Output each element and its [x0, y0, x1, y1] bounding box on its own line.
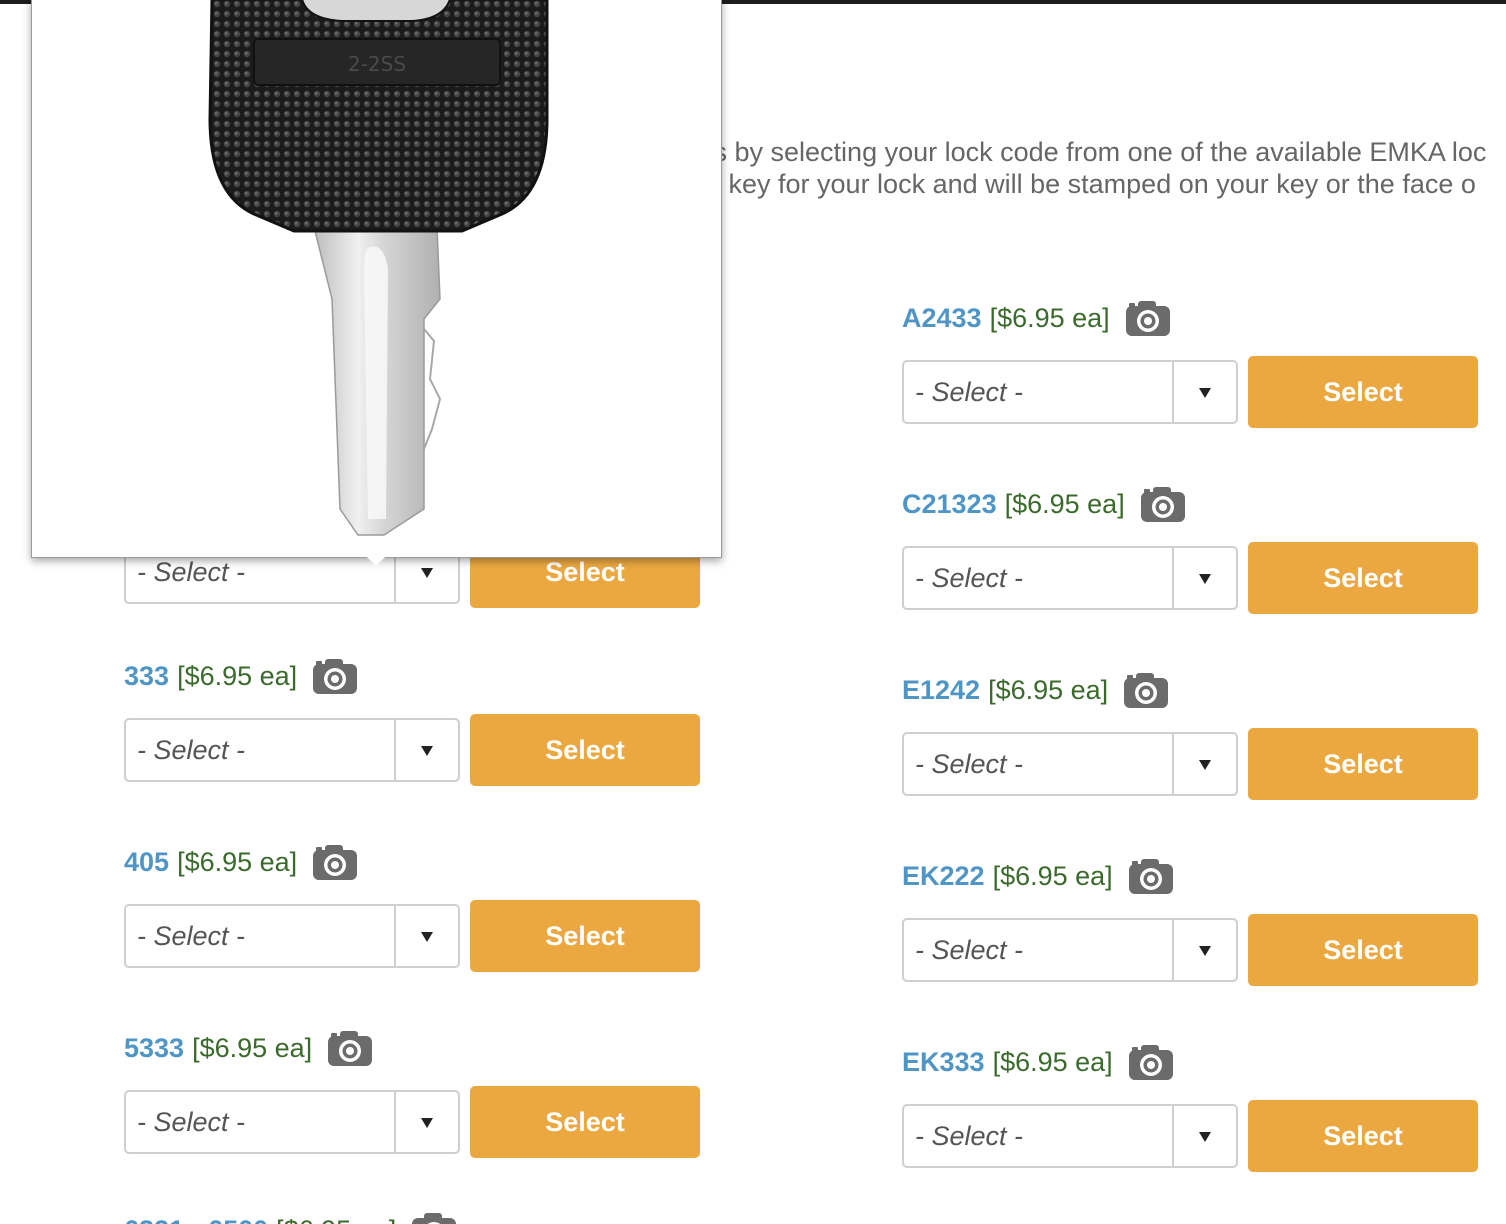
key-stamp-text: 2-2SS	[348, 52, 406, 76]
key-code-link[interactable]: 6321 - 6500	[124, 1215, 268, 1224]
key-code-link[interactable]: 333	[124, 661, 169, 692]
camera-icon[interactable]	[1127, 1042, 1175, 1082]
key-code-link[interactable]: E1242	[902, 675, 980, 706]
key-price: [$6.95 ea]	[177, 846, 298, 877]
intro-line-1: ys by selecting your lock code from one …	[700, 137, 1487, 167]
key-code-link[interactable]: C21323	[902, 489, 997, 520]
select-button[interactable]: Select	[470, 900, 700, 972]
key-price: [$6.95 ea]	[192, 1032, 313, 1063]
popup-pointer	[366, 556, 386, 566]
intro-line-2: ct key for your lock and will be stamped…	[700, 169, 1476, 199]
dropdown-arrow-icon[interactable]	[394, 1092, 458, 1152]
select-button[interactable]: Select	[1248, 914, 1478, 986]
key-price: [$6.95 ea]	[992, 1046, 1113, 1077]
key-price: [$6.95 ea]	[177, 660, 298, 691]
select-value: - Select -	[915, 1121, 1024, 1151]
key-photo: 2-2SS	[208, 0, 549, 536]
dropdown-arrow-icon[interactable]	[1172, 920, 1236, 980]
select-value: - Select -	[137, 921, 246, 951]
camera-icon[interactable]	[1127, 856, 1175, 896]
dropdown-arrow-icon[interactable]	[1172, 548, 1236, 608]
camera-icon[interactable]	[311, 656, 359, 696]
select-button[interactable]: Select	[470, 1086, 700, 1158]
key-code-link[interactable]: EK222	[902, 861, 985, 892]
lock-code-select[interactable]: - Select -	[124, 1090, 460, 1154]
dropdown-arrow-icon[interactable]	[394, 906, 458, 966]
select-button[interactable]: Select	[1248, 356, 1478, 428]
camera-icon[interactable]	[1139, 484, 1187, 524]
lock-code-select[interactable]: - Select -	[124, 718, 460, 782]
key-code-link[interactable]: A2433	[902, 303, 982, 334]
camera-icon[interactable]	[410, 1210, 458, 1224]
lock-code-select[interactable]: - Select -	[902, 546, 1238, 610]
lock-code-select[interactable]: - Select -	[902, 732, 1238, 796]
key-price: [$6.95 ea]	[989, 302, 1110, 333]
key-code-link[interactable]: 5333	[124, 1033, 184, 1064]
intro-text: ys by selecting your lock code from one …	[700, 136, 1506, 200]
key-price: [$6.95 ea]	[276, 1215, 396, 1224]
select-value: - Select -	[915, 935, 1024, 965]
select-value: - Select -	[915, 377, 1024, 407]
lock-code-select[interactable]: - Select -	[902, 1104, 1238, 1168]
key-price: [$6.95 ea]	[1004, 488, 1125, 519]
key-image-popup: 2-2SS	[31, 0, 722, 558]
key-price: [$6.95 ea]	[992, 860, 1113, 891]
select-value: - Select -	[137, 735, 246, 765]
select-button[interactable]: Select	[1248, 542, 1478, 614]
camera-icon[interactable]	[1124, 298, 1172, 338]
select-value: - Select -	[915, 563, 1024, 593]
page: ys by selecting your lock code from one …	[0, 0, 1506, 1224]
key-code-link[interactable]: 405	[124, 847, 169, 878]
key-code-link[interactable]: EK333	[902, 1047, 985, 1078]
select-value: - Select -	[137, 1107, 246, 1137]
key-price: [$6.95 ea]	[988, 674, 1109, 705]
dropdown-arrow-icon[interactable]	[1172, 734, 1236, 794]
camera-icon[interactable]	[1122, 670, 1170, 710]
dropdown-arrow-icon[interactable]	[394, 720, 458, 780]
lock-code-select[interactable]: - Select -	[902, 360, 1238, 424]
camera-icon[interactable]	[326, 1028, 374, 1068]
dropdown-arrow-icon[interactable]	[1172, 362, 1236, 422]
lock-code-select[interactable]: - Select -	[902, 918, 1238, 982]
select-button[interactable]: Select	[1248, 728, 1478, 800]
select-value: - Select -	[915, 749, 1024, 779]
select-button[interactable]: Select	[470, 714, 700, 786]
select-button[interactable]: Select	[1248, 1100, 1478, 1172]
camera-icon[interactable]	[311, 842, 359, 882]
dropdown-arrow-icon[interactable]	[1172, 1106, 1236, 1166]
lock-code-select[interactable]: - Select -	[124, 904, 460, 968]
